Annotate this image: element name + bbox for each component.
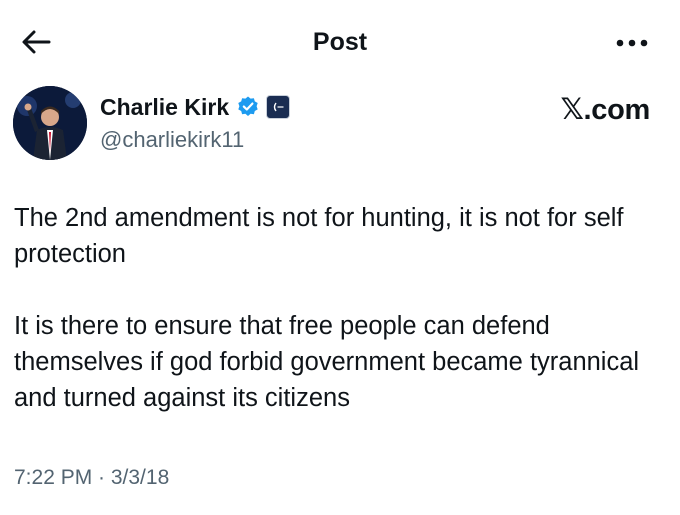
avatar-photo: [13, 86, 87, 160]
post-timestamp[interactable]: 7:22 PM · 3/3/18: [14, 466, 169, 490]
page-title: Post: [312, 28, 368, 56]
avatar[interactable]: [13, 86, 87, 160]
more-horizontal-icon[interactable]: [612, 28, 652, 58]
affiliation-logo-icon: [269, 98, 288, 116]
affiliation-badge-icon[interactable]: [266, 95, 291, 119]
top-bar: Post: [0, 0, 680, 82]
author-name[interactable]: Charlie Kirk: [100, 92, 229, 122]
verified-badge-icon: [238, 96, 258, 116]
author-name-row: Charlie Kirk: [100, 92, 291, 122]
author-handle[interactable]: @charliekirk11: [100, 127, 244, 153]
x-com-watermark: 𝕏.com: [560, 94, 650, 126]
post-text: The 2nd amendment is not for hunting, it…: [14, 204, 640, 412]
